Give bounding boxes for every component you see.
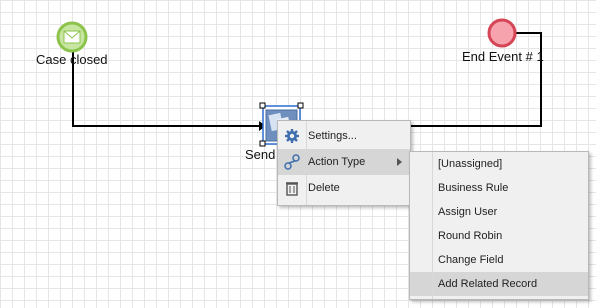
submenu-item-change-field[interactable]: Change Field <box>410 248 588 272</box>
submenu-item-add-related-record[interactable]: Add Related Record <box>410 272 588 296</box>
trash-icon <box>278 180 306 196</box>
end-event[interactable] <box>487 18 517 48</box>
action-type-icon <box>278 154 306 170</box>
context-menu: Settings... Action Type Delete <box>277 120 411 206</box>
menu-item-settings[interactable]: Settings... <box>278 123 410 149</box>
gear-icon <box>278 128 306 144</box>
submenu-item-round-robin[interactable]: Round Robin <box>410 224 588 248</box>
start-event-label: Case closed <box>36 52 108 67</box>
submenu-item-unassigned[interactable]: [Unassigned] <box>410 152 588 176</box>
menu-item-label: Settings... <box>308 130 357 142</box>
menu-separator <box>432 152 433 299</box>
task-label: Send <box>245 147 276 162</box>
menu-item-label: Action Type <box>308 156 366 168</box>
menu-item-delete[interactable]: Delete <box>278 175 410 201</box>
menu-item-action-type[interactable]: Action Type <box>278 149 410 175</box>
submenu-item-assign-user[interactable]: Assign User <box>410 200 588 224</box>
menu-item-label: Delete <box>308 182 340 194</box>
sequence-flow-task-to-end[interactable] <box>410 32 542 127</box>
action-type-submenu: [Unassigned] Business Rule Assign User R… <box>409 151 589 300</box>
end-event-label: End Event # 1 <box>462 49 544 64</box>
start-event[interactable] <box>56 21 88 53</box>
submenu-item-business-rule[interactable]: Business Rule <box>410 176 588 200</box>
submenu-arrow-icon <box>397 158 402 166</box>
